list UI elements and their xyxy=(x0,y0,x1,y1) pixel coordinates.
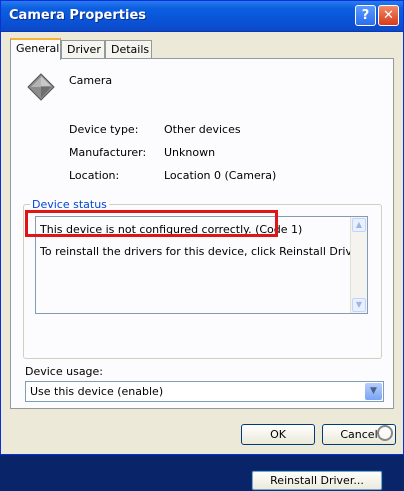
watermark-logo-icon xyxy=(377,425,393,441)
scroll-up-icon[interactable]: ▲ xyxy=(352,218,366,232)
scroll-down-icon[interactable]: ▼ xyxy=(352,298,366,312)
manufacturer-value: Unknown xyxy=(164,146,216,159)
properties-dialog: Camera Properties ? ✕ General Driver Det… xyxy=(0,0,404,491)
close-button[interactable]: ✕ xyxy=(378,5,399,26)
ok-button[interactable]: OK xyxy=(241,424,315,445)
location-label: Location: xyxy=(69,169,120,182)
window-title: Camera Properties xyxy=(9,8,147,23)
device-usage-label: Device usage: xyxy=(25,365,104,378)
tab-driver[interactable]: Driver xyxy=(61,40,105,58)
status-instructions: To reinstall the drivers for this device… xyxy=(40,245,366,258)
manufacturer-label: Manufacturer: xyxy=(69,146,147,159)
camera-device-icon xyxy=(27,73,55,101)
tab-details[interactable]: Details xyxy=(105,40,152,58)
title-bar[interactable]: Camera Properties ? ✕ xyxy=(1,1,403,32)
location-value: Location 0 (Camera) xyxy=(164,169,277,182)
status-scrollbar[interactable]: ▲ ▼ xyxy=(350,217,367,313)
device-type-label: Device type: xyxy=(69,123,139,136)
device-usage-value: Use this device (enable) xyxy=(30,385,164,398)
status-highlight-box xyxy=(25,210,278,237)
chevron-down-icon[interactable]: ▼ xyxy=(365,383,382,400)
device-type-value: Other devices xyxy=(164,123,241,136)
tab-general[interactable]: General xyxy=(10,38,61,60)
device-usage-select[interactable]: Use this device (enable) ▼ xyxy=(25,381,384,402)
device-name: Camera xyxy=(69,74,113,87)
help-button[interactable]: ? xyxy=(355,5,376,26)
reinstall-driver-button[interactable]: Reinstall Driver... xyxy=(251,470,383,491)
